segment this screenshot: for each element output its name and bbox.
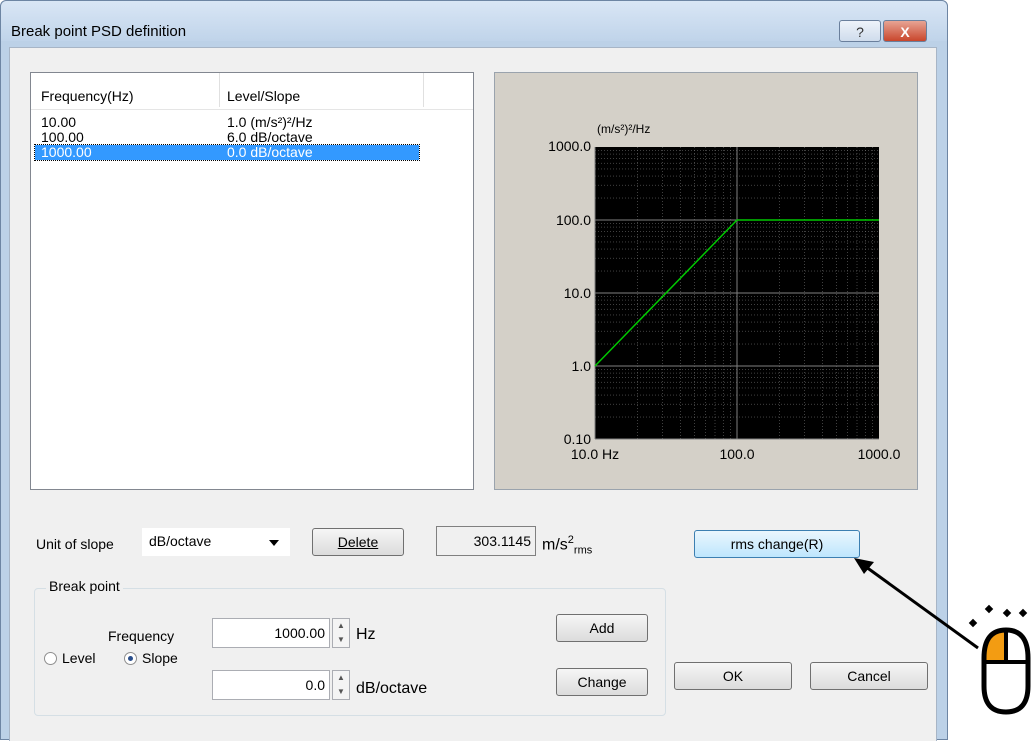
- psd-chart-panel: 1000.0 100.0 10.0 1.0 0.10 10.0 Hz 100.0 1000.0…: [494, 72, 918, 490]
- column-divider[interactable]: [219, 73, 220, 107]
- y-tick-label: 100.0: [556, 212, 591, 228]
- spin-up-icon[interactable]: ▲: [333, 671, 349, 685]
- spin-up-icon[interactable]: ▲: [333, 619, 349, 633]
- y-unit-label: (m/s²)²/Hz: [597, 122, 650, 136]
- rms-unit-subscript: rms: [573, 544, 593, 557]
- close-button[interactable]: X: [883, 20, 927, 42]
- add-button[interactable]: Add: [556, 614, 648, 642]
- level-radio-label[interactable]: Level: [62, 650, 95, 666]
- chevron-down-icon: [269, 540, 279, 546]
- frequency-unit: Hz: [356, 626, 376, 643]
- rms-change-button[interactable]: rms change(R): [694, 530, 860, 558]
- delete-button-label: Delete: [337, 534, 379, 550]
- slope-unit: dB/octave: [356, 680, 428, 697]
- column-divider[interactable]: [423, 73, 424, 107]
- slope-input[interactable]: 0.0: [212, 670, 330, 700]
- slope-radio[interactable]: [124, 652, 137, 665]
- list-row-selected[interactable]: 1000.00 0.0 dB/octave: [34, 144, 420, 161]
- delete-button[interactable]: Delete: [312, 528, 404, 556]
- title-bar: Break point PSD definition ? X: [1, 1, 947, 42]
- spin-down-icon[interactable]: ▼: [333, 633, 349, 647]
- unit-of-slope-dropdown[interactable]: dB/octave: [142, 528, 290, 556]
- change-button[interactable]: Change: [556, 668, 648, 696]
- help-button[interactable]: ?: [839, 20, 881, 42]
- row-frequency: 1000.00: [41, 144, 92, 160]
- y-tick-label: 10.0: [564, 285, 591, 301]
- ok-button[interactable]: OK: [674, 662, 792, 690]
- row-frequency: 100.00: [41, 129, 84, 145]
- rms-unit: m/s: [542, 536, 568, 554]
- x-tick-label: 1000.0: [858, 446, 901, 462]
- frequency-label: Frequency: [108, 628, 175, 644]
- unit-of-slope-value: dB/octave: [149, 533, 212, 549]
- list-row[interactable]: 10.00 1.0 (m/s²)²/Hz: [35, 115, 419, 130]
- x-tick-label: 10.0 Hz: [571, 446, 619, 462]
- y-tick-label: 1000.0: [548, 138, 591, 154]
- column-header-level-slope[interactable]: Level/Slope: [227, 88, 300, 104]
- frequency-input[interactable]: 1000.00: [212, 618, 330, 648]
- mouse-click-icon: [968, 604, 1031, 715]
- row-level-slope: 1.0 (m/s²)²/Hz: [227, 114, 313, 130]
- row-level-slope: 6.0 dB/octave: [227, 129, 313, 145]
- y-tick-label: 0.10: [564, 431, 591, 447]
- level-radio[interactable]: [44, 652, 57, 665]
- x-tick-label: 100.0: [719, 446, 754, 462]
- unit-of-slope-label: Unit of slope: [36, 536, 114, 552]
- slope-spinner[interactable]: ▲ ▼: [332, 670, 350, 700]
- y-tick-label: 1.0: [572, 358, 592, 374]
- row-frequency: 10.00: [41, 114, 77, 130]
- breakpoint-group-title: Break point: [46, 578, 123, 594]
- list-row[interactable]: 100.00 6.0 dB/octave: [35, 130, 419, 145]
- column-header-frequency[interactable]: Frequency(Hz): [41, 88, 134, 104]
- psd-chart: 1000.0 100.0 10.0 1.0 0.1010.0 Hz 100.0 1000.0…: [548, 122, 901, 462]
- rms-unit-label: m/s2rms: [542, 534, 592, 557]
- breakpoint-list[interactable]: Frequency(Hz) Level/Slope 10.00 1.0 (m/s…: [30, 72, 474, 490]
- row-level-slope: 0.0 dB/octave: [227, 144, 313, 160]
- window-title: Break point PSD definition: [11, 23, 187, 40]
- list-header: Frequency(Hz) Level/Slope: [31, 73, 473, 110]
- rms-value-field: 303.1145: [436, 526, 536, 556]
- spin-down-icon[interactable]: ▼: [333, 685, 349, 699]
- frequency-spinner[interactable]: ▲ ▼: [332, 618, 350, 648]
- slope-radio-label[interactable]: Slope: [142, 650, 178, 666]
